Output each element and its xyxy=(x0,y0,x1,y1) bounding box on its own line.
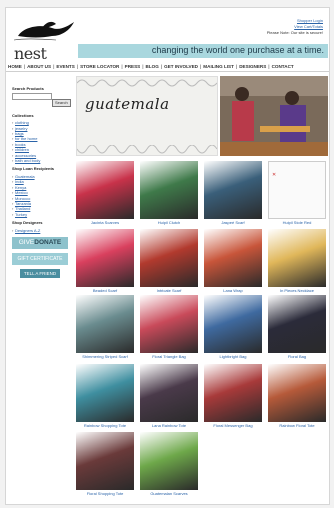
collections-list: clothingjewelrybagsfor the homebookschil… xyxy=(12,120,72,164)
guatemala-banner: guatemala xyxy=(76,76,218,156)
product-image[interactable] xyxy=(140,161,198,219)
nest-logo[interactable]: nest xyxy=(12,18,82,63)
nav-item-blog[interactable]: BLOG xyxy=(144,64,161,69)
product-card[interactable]: Lightbright Bag xyxy=(204,295,262,359)
designers-list: Designers A-Z xyxy=(12,228,72,234)
gift-certificate-button[interactable]: GIFT CERTIFICATE xyxy=(12,252,68,265)
product-image[interactable] xyxy=(140,229,198,287)
product-name-link[interactable]: Jacinta Scarves xyxy=(76,220,134,225)
product-image[interactable] xyxy=(140,432,198,490)
product-card[interactable]: ✕ Huipil Stole Red xyxy=(268,161,326,225)
nav-item-contact[interactable]: CONTACT xyxy=(270,64,296,69)
product-card[interactable]: In Pieces Necklace xyxy=(268,229,326,293)
product-name-link[interactable]: Huipil Clutch xyxy=(140,220,198,225)
product-name-link[interactable]: Floral Triangle Bag xyxy=(140,354,198,359)
recipient-link-turkey[interactable]: Turkey xyxy=(12,212,72,218)
product-name-link[interactable]: Shimmering Striped Scarf xyxy=(76,354,134,359)
broken-image-icon: ✕ xyxy=(272,172,277,178)
product-image[interactable] xyxy=(76,229,134,287)
product-name-link[interactable]: Lana Wrap xyxy=(204,288,262,293)
product-card[interactable]: Huipil Clutch xyxy=(140,161,198,225)
product-name-link[interactable]: In Pieces Necklace xyxy=(268,288,326,293)
product-card[interactable]: Guatemalan Scarves xyxy=(140,432,198,496)
designer-link-designers-a-z[interactable]: Designers A-Z xyxy=(12,228,72,234)
nav-item-get-involved[interactable]: GET INVOLVED xyxy=(162,64,200,69)
product-name-link[interactable]: Floral Shopping Tote xyxy=(76,491,134,496)
product-image[interactable] xyxy=(204,161,262,219)
nav-item-designers[interactable]: DESIGNERS xyxy=(237,64,268,69)
product-image[interactable] xyxy=(268,364,326,422)
product-card[interactable]: Floral Messenger Bag xyxy=(204,364,262,428)
product-image[interactable]: ✕ xyxy=(268,161,326,219)
banner-title: guatemala xyxy=(85,95,170,113)
product-name-link[interactable]: Intricate Scarf xyxy=(140,288,198,293)
product-image[interactable] xyxy=(268,229,326,287)
recipients-list: GuatemalaIndiaKenyaMexicoMoroccoTanzania… xyxy=(12,174,72,218)
nav-item-press[interactable]: PRESS xyxy=(123,64,143,69)
product-name-link[interactable]: Lightbright Bag xyxy=(204,354,262,359)
account-links: Shopper Login View Cart/Totals Please No… xyxy=(267,18,323,36)
secure-note: Please Note: Our site is secure! xyxy=(266,30,323,35)
product-card[interactable]: Lana Wrap xyxy=(204,229,262,293)
product-card[interactable]: Floral Shopping Tote xyxy=(76,432,134,496)
nav-item-home[interactable]: HOME xyxy=(6,64,24,69)
lace-border-icon xyxy=(77,79,217,87)
collection-link-bath-and-body[interactable]: bath and body xyxy=(12,158,72,164)
recipients-heading: Shop Loan Recipients xyxy=(12,166,55,172)
product-image[interactable] xyxy=(268,295,326,353)
product-image[interactable] xyxy=(204,295,262,353)
page: nest Shopper Login View Cart/Totals Plea… xyxy=(5,7,330,505)
product-card[interactable]: Intricate Scarf xyxy=(140,229,198,293)
product-card[interactable]: Jacinta Scarves xyxy=(76,161,134,225)
donate-label: DONATE xyxy=(34,238,62,246)
collections-heading: Collections xyxy=(12,112,34,118)
product-card[interactable]: Rainbow Shopping Tote xyxy=(76,364,134,428)
product-card[interactable]: Beaded Scarf xyxy=(76,229,134,293)
tagline-bar: changing the world one purchase at a tim… xyxy=(78,44,328,58)
product-name-link[interactable]: Guatemalan Scarves xyxy=(140,491,198,496)
weavers-photo-icon xyxy=(220,76,328,156)
product-card[interactable]: Jaspeé Scarf xyxy=(204,161,262,225)
product-name-link[interactable]: Floral Bag xyxy=(268,354,326,359)
give-donate-button[interactable]: GIVEDONATE xyxy=(12,236,68,249)
product-name-link[interactable]: Lana Rainbow Tote xyxy=(140,423,198,428)
product-image[interactable] xyxy=(140,364,198,422)
product-image[interactable] xyxy=(204,229,262,287)
search-input[interactable] xyxy=(12,93,52,101)
product-card[interactable]: Rainbow Floral Tote xyxy=(268,364,326,428)
product-image[interactable] xyxy=(76,432,134,490)
give-label: GIVE xyxy=(18,238,35,246)
product-name-link[interactable]: Jaspeé Scarf xyxy=(204,220,262,225)
product-image[interactable] xyxy=(204,364,262,422)
nav-item-about-us[interactable]: ABOUT US xyxy=(25,64,53,69)
sidebar: Search Products Search Collections cloth… xyxy=(12,84,72,278)
search-heading: Search Products xyxy=(12,86,44,91)
designers-heading: Shop Designers xyxy=(12,220,43,226)
product-name-link[interactable]: Rainbow Floral Tote xyxy=(268,423,326,428)
nav-item-events[interactable]: EVENTS xyxy=(54,64,76,69)
nav-item-store-locator[interactable]: STORE LOCATOR xyxy=(78,64,121,69)
product-card[interactable]: Lana Rainbow Tote xyxy=(140,364,198,428)
product-card[interactable]: Floral Triangle Bag xyxy=(140,295,198,359)
product-image[interactable] xyxy=(76,161,134,219)
product-name-link[interactable]: Floral Messenger Bag xyxy=(204,423,262,428)
lace-border-bottom-icon xyxy=(77,145,217,154)
product-name-link[interactable]: Rainbow Shopping Tote xyxy=(76,423,134,428)
product-image[interactable] xyxy=(76,364,134,422)
tagline: changing the world one purchase at a tim… xyxy=(151,45,324,55)
product-card[interactable]: Floral Bag xyxy=(268,295,326,359)
product-name-link[interactable]: Huipil Stole Red xyxy=(268,220,326,225)
product-card[interactable]: Shimmering Striped Scarf xyxy=(76,295,134,359)
nav-item-mailing-list[interactable]: MAILING LIST xyxy=(201,64,236,69)
tell-a-friend-button[interactable]: TELL A FRIEND xyxy=(20,268,60,278)
product-image[interactable] xyxy=(140,295,198,353)
main-nav: HOME | ABOUT US | EVENTS | STORE LOCATOR | PRESS… xyxy=(6,61,329,72)
bird-nest-logo-icon xyxy=(13,21,74,41)
product-name-link[interactable]: Beaded Scarf xyxy=(76,288,134,293)
hero-photo xyxy=(220,76,328,156)
product-image[interactable] xyxy=(76,295,134,353)
search-button[interactable]: Search xyxy=(52,99,71,107)
